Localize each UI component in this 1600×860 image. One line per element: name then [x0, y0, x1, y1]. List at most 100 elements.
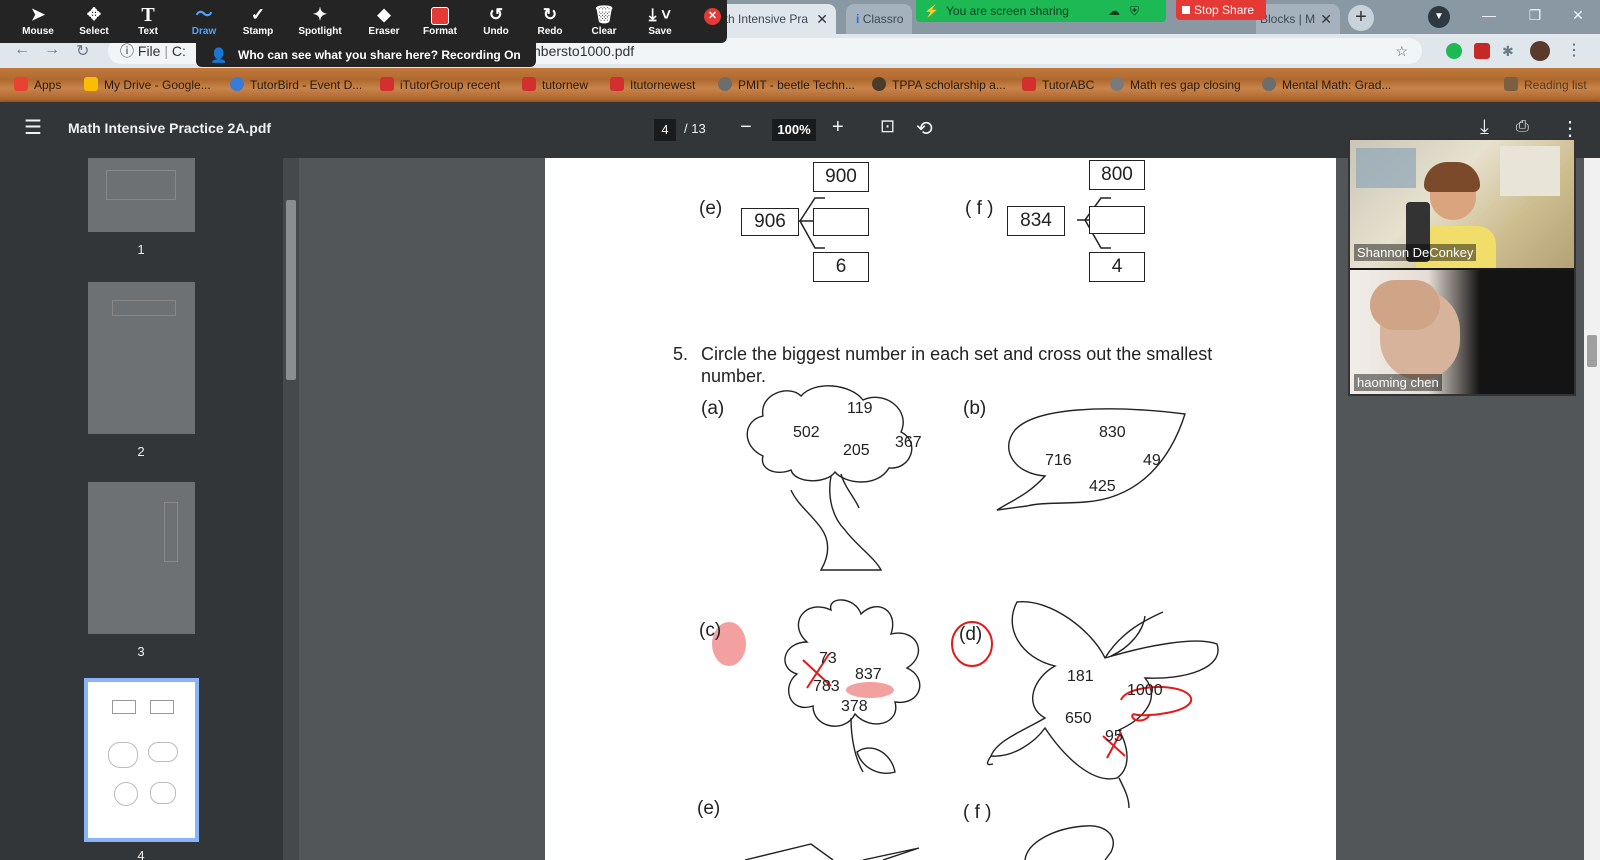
tool-draw[interactable]: 〜 Draw: [174, 4, 234, 37]
puzzle-icon[interactable]: ✱: [1502, 43, 1514, 60]
ublock-icon[interactable]: [1474, 43, 1490, 59]
stop-share-button[interactable]: Stop Share: [1176, 0, 1266, 20]
info-icon: ⓘ: [120, 43, 134, 59]
window-close-icon[interactable]: ✕: [1556, 0, 1600, 30]
tool-select[interactable]: ✥ Select: [64, 4, 124, 37]
rotate-icon[interactable]: ⟲: [916, 116, 933, 141]
tool-clear[interactable]: 🗑 Clear: [574, 4, 634, 37]
url-scheme: File: [137, 43, 161, 59]
toolbar-close-icon[interactable]: ✕: [704, 8, 721, 25]
set-d-number: 650: [1065, 710, 1092, 727]
set-e-label: (e): [697, 798, 721, 819]
print-icon[interactable]: ⎙: [1516, 118, 1529, 136]
bond-e-whole: 906: [741, 208, 799, 236]
minimize-icon[interactable]: —: [1466, 0, 1512, 30]
tool-stamp[interactable]: ✓ Stamp: [228, 4, 288, 37]
tab-blocks[interactable]: Blocks | M ✕: [1256, 4, 1340, 34]
set-b-label: (b): [963, 398, 987, 419]
who-can-see-banner[interactable]: 👤 Who can see what you share here? Recor…: [196, 43, 536, 67]
bond-e-hundreds: 900: [813, 162, 869, 192]
tool-save[interactable]: ⤓ ˅ Save: [630, 4, 690, 37]
zoom-out-icon[interactable]: −: [740, 116, 752, 139]
main-scroll-thumb[interactable]: [1587, 335, 1597, 367]
new-tab-button[interactable]: +: [1348, 5, 1374, 31]
tab-title: ath Intensive Pra: [718, 12, 809, 26]
hamburger-menu-icon[interactable]: ☰: [24, 115, 42, 140]
tool-format[interactable]: Format: [410, 4, 470, 37]
set-f-label: ( f ): [963, 802, 992, 823]
bookmark-apps[interactable]: Apps: [14, 77, 61, 92]
set-d-label: (d): [959, 624, 983, 645]
set-a-number: 119: [847, 400, 873, 417]
set-c-number: 783: [813, 678, 840, 695]
move-icon: ✥: [86, 5, 102, 24]
tab-title: Classro: [862, 12, 904, 26]
video-tile[interactable]: Shannon DeConkey: [1350, 140, 1574, 268]
thumbnail-page-2[interactable]: [88, 282, 195, 434]
tool-text[interactable]: T Text: [118, 4, 178, 37]
page-total: / 13: [684, 121, 706, 136]
tool-mouse[interactable]: ➤ Mouse: [8, 4, 68, 37]
cloud-icon: ☁: [1108, 4, 1120, 18]
bookmark-tppa[interactable]: TPPA scholarship a...: [872, 77, 1006, 92]
zoom-in-icon[interactable]: +: [832, 116, 844, 139]
redo-icon: ↻: [542, 5, 558, 24]
set-b-number: 49: [1143, 452, 1161, 469]
zoom-level-input[interactable]: 100%: [772, 119, 816, 141]
video-tile[interactable]: haoming chen: [1350, 270, 1574, 394]
thumbnail-page-3[interactable]: [88, 482, 195, 634]
tppa-icon: [872, 77, 886, 91]
format-icon: [410, 4, 470, 26]
tab-classroom[interactable]: i Classro: [846, 4, 912, 34]
globe-icon: [1110, 77, 1124, 91]
bookmark-pmit[interactable]: PMIT - beetle Techn...: [718, 77, 855, 92]
main-scrollbar[interactable]: [1584, 158, 1600, 860]
screen-sharing-bar[interactable]: ⚡ You are screen sharing ☁ ⛨: [916, 0, 1166, 22]
thumbnail-label: 1: [137, 242, 145, 257]
close-icon[interactable]: ✕: [1320, 4, 1332, 34]
set-a-number: 205: [843, 442, 870, 459]
tool-eraser[interactable]: ◆ Eraser: [354, 4, 414, 37]
pdf-title: Math Intensive Practice 2A.pdf: [68, 120, 272, 136]
tab-search-icon[interactable]: ▼: [1428, 6, 1450, 28]
extension-icon[interactable]: [1446, 43, 1462, 59]
trash-icon: 🗑: [593, 5, 615, 24]
thumbnail-page-1[interactable]: [88, 158, 195, 232]
sidebar-scroll-thumb[interactable]: [286, 200, 296, 380]
back-icon[interactable]: ←: [14, 41, 30, 59]
tool-spotlight[interactable]: ✦ Spotlight: [290, 4, 350, 37]
drive-icon: [84, 77, 98, 91]
star-icon[interactable]: ☆: [1395, 38, 1408, 64]
thumbnail-page-4[interactable]: [84, 678, 199, 842]
person-icon: 👤: [210, 47, 228, 63]
menu-kebab-icon[interactable]: ⋮: [1566, 40, 1582, 60]
globe-icon: [718, 77, 732, 91]
bookmark-mental-math[interactable]: Mental Math: Grad...: [1262, 77, 1391, 92]
bookmark-tutorabc[interactable]: TutorABC: [1022, 77, 1094, 92]
bookmark-tutorbird[interactable]: TutorBird - Event D...: [230, 77, 362, 92]
reload-icon[interactable]: ↻: [76, 41, 89, 61]
forward-icon[interactable]: →: [44, 41, 60, 59]
thumbnail-label: 3: [137, 644, 145, 659]
restore-icon[interactable]: ❐: [1512, 0, 1558, 30]
bookmark-itutornewest[interactable]: Itutornewest: [610, 77, 695, 92]
cursor-icon: ➤: [30, 5, 46, 24]
bookmark-itutorgroup[interactable]: iTutorGroup recent: [380, 77, 500, 92]
tree-shape: [746, 385, 913, 571]
bond-e-ones: 6: [813, 252, 869, 282]
bookmark-tutornew[interactable]: tutornew: [522, 77, 588, 92]
shield-icon: ⛨: [1130, 4, 1140, 18]
bookmark-math-res[interactable]: Math res gap closing: [1110, 77, 1241, 92]
thumbnail-label: 2: [137, 444, 145, 459]
zoom-annotation-toolbar: ➤ Mouse ✥ Select T Text 〜 Draw ✓ Stamp ✦ Spotl…: [0, 0, 727, 43]
close-icon[interactable]: ✕: [816, 4, 828, 34]
download-icon[interactable]: ⤓: [1480, 116, 1489, 139]
fit-page-icon[interactable]: ⊡: [880, 116, 895, 137]
bookmark-reading-list[interactable]: Reading list: [1504, 77, 1587, 92]
bookmark-my-drive[interactable]: My Drive - Google...: [84, 77, 211, 92]
tool-undo[interactable]: ↺ Undo: [466, 4, 526, 37]
tool-redo[interactable]: ↻ Redo: [520, 4, 580, 37]
page-number-input[interactable]: 4: [654, 119, 676, 141]
avatar[interactable]: [1530, 41, 1550, 61]
tab-math-intensive[interactable]: ath Intensive Pra ✕: [708, 4, 836, 34]
